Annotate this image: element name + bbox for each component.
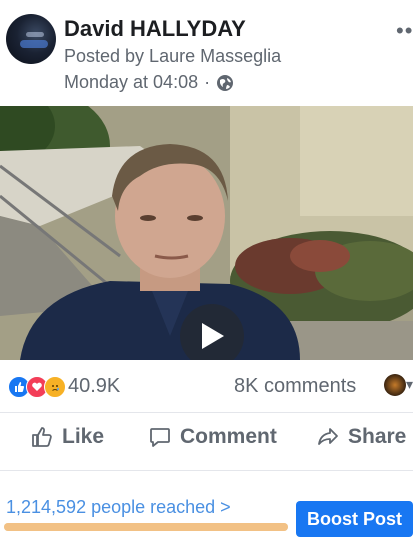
posted-by: Posted by Laure Masseglia xyxy=(64,46,282,66)
reach-progress-bar xyxy=(4,523,288,531)
post-meta: Monday at 04:08 · xyxy=(64,72,234,93)
post-timestamp[interactable]: Monday at 04:08 xyxy=(64,72,198,93)
reach-progress-fill xyxy=(4,523,288,531)
commenter-avatar[interactable] xyxy=(384,374,406,396)
video-player[interactable] xyxy=(0,106,413,360)
globe-icon xyxy=(216,74,234,92)
post-insights-footer: 1,214,592 people reached > Boost Post xyxy=(0,470,413,551)
play-button[interactable] xyxy=(180,304,244,360)
comment-icon xyxy=(150,428,170,447)
share-button[interactable]: Share xyxy=(316,425,406,449)
post-header: David HALLYDAY Posted by Laure Masseglia… xyxy=(0,0,413,106)
reaction-count[interactable]: 40.9K xyxy=(68,375,120,398)
share-label: Share xyxy=(348,425,407,448)
play-icon xyxy=(202,323,224,349)
comment-button[interactable]: Comment xyxy=(148,425,277,449)
chevron-down-icon[interactable]: ▾ xyxy=(406,376,413,393)
page-name[interactable]: David HALLYDAY xyxy=(64,16,246,42)
like-button[interactable]: Like xyxy=(30,425,104,449)
comment-label: Comment xyxy=(180,425,277,448)
reaction-icons[interactable] xyxy=(8,376,66,398)
comments-count[interactable]: 8K comments xyxy=(234,375,356,398)
post-actions: Like Comment Share xyxy=(0,412,413,469)
sad-reaction-icon xyxy=(44,376,66,398)
reactions-row[interactable]: 40.9K 8K comments ▾ xyxy=(0,362,413,412)
page-avatar[interactable] xyxy=(6,14,56,64)
like-label: Like xyxy=(62,425,105,448)
separator-dot: · xyxy=(204,72,211,92)
people-reached-link[interactable]: 1,214,592 people reached > xyxy=(6,497,231,518)
boost-post-button[interactable]: Boost Post xyxy=(296,501,413,537)
more-options-icon[interactable]: ••• xyxy=(396,18,413,44)
share-icon xyxy=(318,428,338,445)
thumbs-up-icon xyxy=(32,427,52,447)
